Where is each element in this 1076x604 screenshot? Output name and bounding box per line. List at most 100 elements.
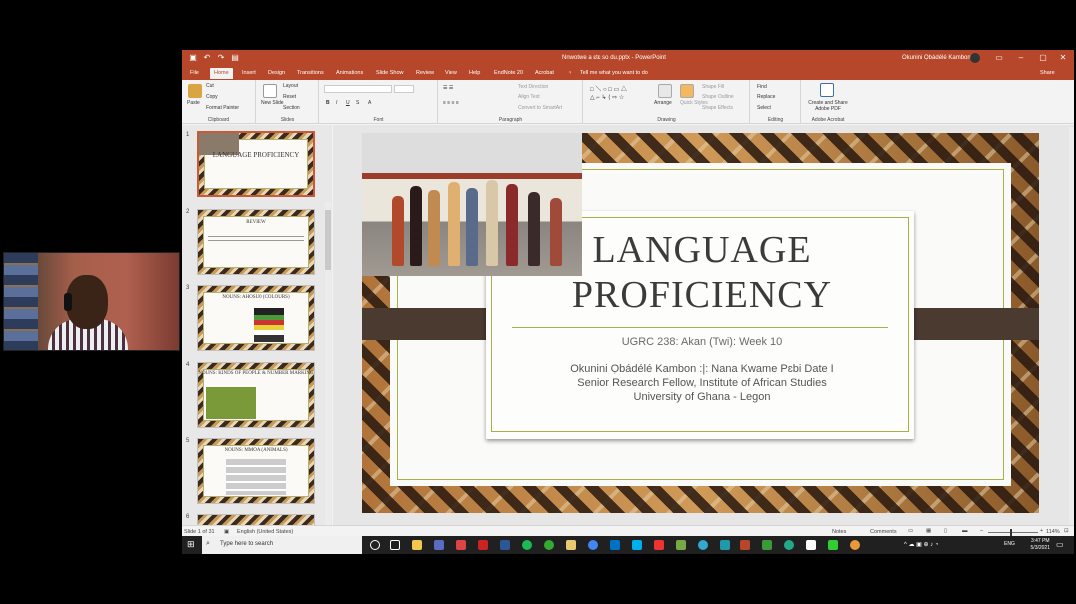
thumbnail-scrollbar[interactable] (325, 202, 331, 538)
app-icon[interactable] (828, 540, 838, 550)
slide-thumbnail-3[interactable]: NOUNS: AHOSU0 (COLOURS) (197, 285, 315, 351)
app-icon[interactable] (456, 540, 466, 550)
close-icon[interactable]: ✕ (1058, 53, 1068, 63)
shape-outline-button[interactable]: Shape Outline (702, 94, 734, 100)
convert-smartart-button[interactable]: Convert to SmartArt (518, 105, 562, 111)
user-name[interactable]: Okunini Ọbádélé Kambon (902, 55, 971, 61)
teams-icon[interactable] (434, 540, 444, 550)
adobe-pdf-icon[interactable] (820, 83, 834, 97)
slide-thumbnail-1[interactable]: LANGUAGE PROFICIENCY (197, 131, 315, 197)
tab-slide-show[interactable]: Slide Show (376, 70, 404, 76)
find-button[interactable]: Find (757, 84, 767, 90)
taskbar-search[interactable]: ⌕ Type here to search (202, 536, 362, 554)
minimize-icon[interactable]: – (1016, 53, 1026, 63)
font-size-select[interactable] (394, 85, 414, 93)
save-icon[interactable]: ▣ (188, 53, 198, 63)
align-text-button[interactable]: Align Text (518, 94, 540, 100)
tab-acrobat[interactable]: Acrobat (535, 70, 554, 76)
underline-icon[interactable]: U (346, 100, 350, 106)
zoom-slider-handle[interactable] (1010, 529, 1012, 536)
tab-insert[interactable]: Insert (242, 70, 256, 76)
zoom-level[interactable]: 114% (1046, 529, 1060, 535)
tab-design[interactable]: Design (268, 70, 285, 76)
paste-icon[interactable] (188, 84, 202, 98)
task-view-icon[interactable] (390, 540, 400, 550)
slide-thumbnail-2[interactable]: REVIEW (197, 209, 315, 275)
create-share-pdf-button[interactable]: Create and Share Adobe PDF (802, 100, 854, 112)
arrange-button[interactable]: Arrange (654, 100, 672, 106)
start-from-beginning-icon[interactable]: ▤ (230, 53, 240, 63)
paste-button[interactable]: Paste (187, 100, 200, 106)
align-icon[interactable]: ≡ ≡ ≡ ≡ (443, 100, 459, 106)
acrobat-icon[interactable] (478, 540, 488, 550)
clock[interactable]: 3:47 PM 5/3/2021 (1031, 538, 1050, 552)
shape-fill-button[interactable]: Shape Fill (702, 84, 724, 90)
word-icon[interactable] (500, 540, 510, 550)
shadow-icon[interactable]: S (356, 100, 359, 106)
fit-slide-icon[interactable]: ⊡ (1064, 528, 1069, 534)
zoom-out-icon[interactable]: – (980, 528, 983, 534)
slide-thumbnail-4[interactable]: NOUNS: KINDS OF PEOPLE & NUMBER MARKING (197, 362, 315, 428)
slideshow-icon[interactable]: ▬ (962, 528, 968, 534)
ribbon-display-options-icon[interactable]: ▭ (994, 53, 1004, 63)
cortana-icon[interactable] (370, 540, 380, 550)
comments-button[interactable]: Comments (870, 529, 897, 535)
powerpoint-icon[interactable] (740, 540, 750, 550)
avatar[interactable] (970, 53, 980, 63)
new-slide-button[interactable]: New Slide (261, 100, 284, 106)
language-status[interactable]: English (United States) (237, 529, 293, 535)
file-explorer-icon[interactable] (412, 540, 422, 550)
copy-button[interactable]: Copy (206, 94, 218, 100)
normal-view-icon[interactable]: ▭ (908, 528, 913, 534)
redo-icon[interactable]: ↷ (216, 53, 226, 63)
section-button[interactable]: Section (283, 105, 300, 111)
bold-icon[interactable]: B (326, 100, 330, 106)
bullets-icon[interactable]: ☰ ☰ (443, 85, 453, 91)
scrollbar-thumb[interactable] (325, 210, 331, 270)
app-icon[interactable] (720, 540, 730, 550)
slide-sorter-icon[interactable]: ▦ (926, 528, 931, 534)
tab-home[interactable]: Home (210, 68, 233, 79)
replace-button[interactable]: Replace (757, 94, 775, 100)
tell-me-search[interactable]: Tell me what you want to do (580, 70, 648, 76)
arrange-icon[interactable] (658, 84, 672, 98)
outlook-icon[interactable] (610, 540, 620, 550)
new-slide-icon[interactable] (263, 84, 277, 98)
reset-button[interactable]: Reset (283, 94, 296, 100)
slide-thumbnail-5[interactable]: NOUNS: MMOA (ANIMALS) (197, 438, 315, 504)
zoom-slider[interactable] (988, 532, 1038, 533)
font-color-icon[interactable]: A (368, 100, 371, 106)
app-icon[interactable] (806, 540, 816, 550)
reading-view-icon[interactable]: ▯ (944, 528, 947, 534)
italic-icon[interactable]: I (336, 100, 337, 106)
notifications-icon[interactable]: ▭ (1056, 540, 1064, 549)
shapes-gallery-icon[interactable]: □ ＼ ○ □ ▭ △ (590, 84, 627, 93)
share-button[interactable]: Share (1040, 70, 1055, 76)
app-icon[interactable] (850, 540, 860, 550)
app-icon[interactable] (762, 540, 772, 550)
input-language[interactable]: ENG (1004, 541, 1015, 547)
spellcheck-icon[interactable]: ▣ (224, 529, 229, 535)
text-direction-button[interactable]: Text Direction (518, 84, 548, 90)
tab-help[interactable]: Help (469, 70, 480, 76)
shapes-gallery-icon-row2[interactable]: △ ⌐ ↳ ⟨ ⇨ ☆ (590, 94, 624, 101)
app-icon[interactable] (566, 540, 576, 550)
layout-button[interactable]: Layout (283, 83, 298, 89)
notes-button[interactable]: Notes (832, 529, 846, 535)
app-icon[interactable] (522, 540, 532, 550)
shape-effects-button[interactable]: Shape Effects (702, 105, 733, 111)
windows-start-icon[interactable]: ⊞ (187, 539, 195, 550)
tab-review[interactable]: Review (416, 70, 434, 76)
app-icon[interactable] (784, 540, 794, 550)
chrome-icon[interactable] (588, 540, 598, 550)
format-painter-button[interactable]: Format Painter (206, 105, 239, 111)
app-icon[interactable] (544, 540, 554, 550)
zoom-in-icon[interactable]: + (1040, 528, 1043, 534)
tab-file[interactable]: File (190, 70, 199, 76)
tab-view[interactable]: View (445, 70, 457, 76)
slide-canvas[interactable]: LANGUAGE PROFICIENCY UGRC 238: Akan (Twi… (362, 133, 1039, 513)
tab-transitions[interactable]: Transitions (297, 70, 324, 76)
tab-endnote[interactable]: EndNote 20 (494, 70, 523, 76)
app-icon[interactable] (654, 540, 664, 550)
cut-button[interactable]: Cut (206, 83, 214, 89)
